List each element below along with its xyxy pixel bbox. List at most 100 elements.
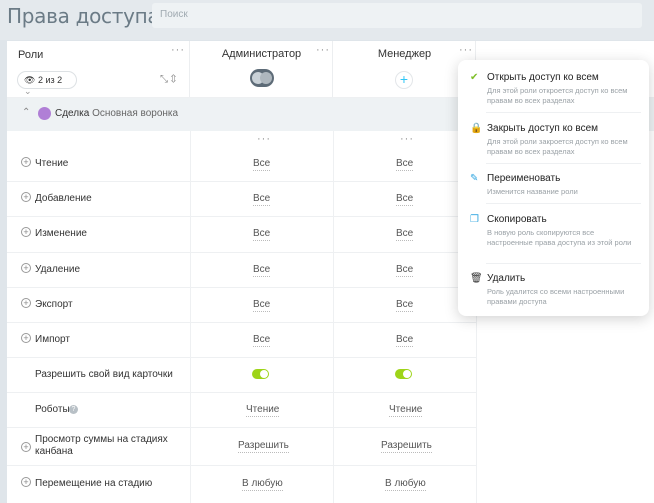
divider bbox=[486, 263, 641, 264]
plus-circle-icon[interactable]: + bbox=[21, 333, 31, 343]
manager-toggle[interactable] bbox=[395, 369, 412, 379]
divider bbox=[7, 287, 476, 288]
column-admin-header: Администратор ··· bbox=[190, 41, 333, 97]
copy-icon: ❐ bbox=[470, 214, 479, 225]
role-filter-label: 2 из 2 bbox=[37, 75, 63, 85]
search-input[interactable]: Поиск bbox=[152, 3, 642, 28]
admin-value[interactable]: Чтение bbox=[246, 404, 280, 417]
manager-value[interactable]: Все bbox=[396, 193, 414, 206]
manager-value[interactable]: Разрешить bbox=[381, 440, 432, 453]
table-row: Роботы ? Чтение Чтение bbox=[7, 392, 476, 427]
eye-icon: 👁 bbox=[24, 75, 36, 85]
plus-circle-icon[interactable]: + bbox=[21, 477, 31, 487]
manager-value[interactable]: Все bbox=[396, 228, 414, 241]
row-label: Роботы bbox=[35, 404, 70, 415]
admin-value[interactable]: Все bbox=[253, 264, 271, 277]
roles-label: Роли bbox=[18, 49, 44, 61]
admin-value[interactable]: Все bbox=[253, 193, 271, 206]
row-label: Экспорт bbox=[35, 299, 73, 310]
column-admin-dots[interactable]: ··· bbox=[257, 134, 271, 145]
plus-circle-icon[interactable]: + bbox=[21, 157, 31, 167]
deal-icon bbox=[38, 107, 51, 120]
role-context-menu: ✔ Открыть доступ ко всем Для этой роли о… bbox=[458, 60, 649, 316]
table-row: + Экспорт Все Все bbox=[7, 287, 476, 322]
divider bbox=[333, 131, 334, 503]
menu-item-desc: Роль удалится со всеми настроенными прав… bbox=[487, 287, 625, 306]
table-row: Разрешить свой вид карточки bbox=[7, 357, 476, 392]
menu-item-title: Переименовать bbox=[487, 173, 561, 184]
collapse-expand-icon[interactable]: ⤡ ⇕ bbox=[160, 74, 176, 85]
menu-item-desc: В новую роль скопируются все настроенные… bbox=[487, 228, 632, 247]
table-row: + Удаление Все Все bbox=[7, 252, 476, 287]
menu-item-title: Скопировать bbox=[487, 214, 547, 225]
chevron-down-icon: ⌄ bbox=[24, 86, 32, 96]
add-user-button[interactable]: + bbox=[395, 71, 413, 89]
manager-value[interactable]: Все bbox=[396, 158, 414, 171]
admin-value[interactable]: В любую bbox=[242, 478, 283, 491]
table-row: + Перемещение на стадию В любую В любую bbox=[7, 466, 476, 501]
role-filter-button[interactable]: 👁 2 из 2 ⌄ bbox=[17, 71, 77, 96]
top-bar: Права доступа Поиск bbox=[0, 0, 654, 40]
row-label: Добавление bbox=[35, 193, 92, 204]
table-row: + Импорт Все Все bbox=[7, 322, 476, 357]
divider bbox=[190, 131, 191, 503]
divider bbox=[486, 163, 641, 164]
admin-value[interactable]: Все bbox=[253, 158, 271, 171]
trash-icon: 🗑 bbox=[470, 273, 483, 284]
admin-value[interactable]: Все bbox=[253, 299, 271, 312]
row-label: Разрешить свой вид карточки bbox=[35, 369, 173, 380]
row-label: Перемещение на стадию bbox=[35, 478, 153, 489]
divider bbox=[7, 392, 476, 393]
plus-circle-icon[interactable]: + bbox=[21, 263, 31, 273]
manager-value[interactable]: Все bbox=[396, 264, 414, 277]
menu-item-desc: Для этой роли откроется доступ ко всем п… bbox=[487, 86, 628, 105]
page-title: Права доступа bbox=[7, 4, 160, 28]
divider bbox=[7, 357, 476, 358]
row-label: Удаление bbox=[35, 264, 81, 275]
divider bbox=[7, 427, 476, 428]
check-icon: ✔ bbox=[470, 72, 479, 83]
roles-menu-button[interactable]: ··· bbox=[171, 45, 185, 56]
column-manager-menu-button[interactable]: ··· bbox=[459, 45, 473, 56]
admin-value[interactable]: Все bbox=[253, 334, 271, 347]
help-icon[interactable]: ? bbox=[69, 405, 78, 414]
table-row: + Просмотр суммы на стадиях канбана Разр… bbox=[7, 427, 476, 465]
plus-circle-icon[interactable]: + bbox=[21, 442, 31, 452]
manager-value[interactable]: Все bbox=[396, 299, 414, 312]
column-manager-dots[interactable]: ··· bbox=[400, 134, 414, 145]
admin-value[interactable]: Все bbox=[253, 228, 271, 241]
menu-item-title: Закрыть доступ ко всем bbox=[487, 123, 599, 134]
divider bbox=[7, 465, 476, 466]
row-label: Чтение bbox=[35, 158, 69, 169]
admin-value[interactable]: Разрешить bbox=[238, 440, 289, 453]
menu-item-title: Удалить bbox=[487, 273, 526, 284]
plus-circle-icon[interactable]: + bbox=[21, 298, 31, 308]
admin-toggle[interactable] bbox=[252, 369, 269, 379]
column-manager-title: Менеджер bbox=[377, 48, 432, 60]
column-admin-menu-button[interactable]: ··· bbox=[316, 45, 330, 56]
lock-icon: 🔒 bbox=[470, 123, 483, 134]
manager-value[interactable]: В любую bbox=[385, 478, 426, 491]
row-label: Импорт bbox=[35, 334, 70, 345]
divider bbox=[486, 203, 641, 204]
column-manager-header: Менеджер ··· + bbox=[333, 41, 476, 97]
pencil-icon: ✎ bbox=[470, 173, 479, 184]
users-avatar-icon bbox=[250, 69, 274, 87]
divider bbox=[486, 112, 641, 113]
section-pipeline: Основная воронка bbox=[92, 108, 179, 119]
menu-item-desc: Изменится название роли bbox=[487, 187, 578, 196]
manager-value[interactable]: Все bbox=[396, 334, 414, 347]
table-row: + Чтение Все Все bbox=[7, 146, 476, 181]
divider bbox=[7, 322, 476, 323]
divider bbox=[7, 216, 476, 217]
chevron-up-icon[interactable]: ⌃ bbox=[22, 107, 30, 118]
plus-circle-icon[interactable]: + bbox=[21, 227, 31, 237]
row-label: Изменение bbox=[35, 228, 87, 239]
menu-item-title: Открыть доступ ко всем bbox=[487, 72, 599, 83]
plus-circle-icon[interactable]: + bbox=[21, 192, 31, 202]
divider bbox=[7, 181, 476, 182]
menu-item-desc: Для этой роли закроется доступ ко всем п… bbox=[487, 137, 628, 156]
column-admin-title: Администратор bbox=[221, 48, 302, 60]
manager-value[interactable]: Чтение bbox=[389, 404, 423, 417]
table-row: + Добавление Все Все bbox=[7, 181, 476, 216]
